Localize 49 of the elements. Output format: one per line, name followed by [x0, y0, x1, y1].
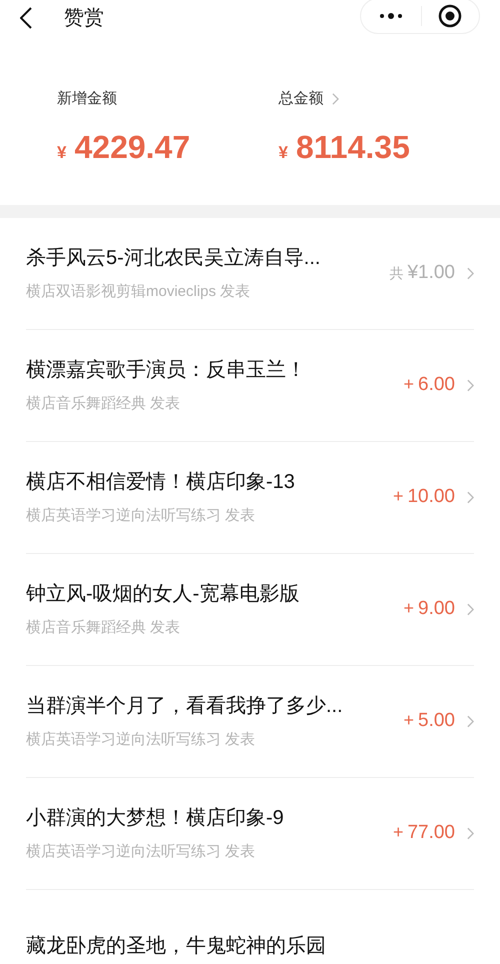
article-title: 横店不相信爱情！横店印象-13	[26, 470, 296, 496]
article-title: 当群演半个月了，看看我挣了多少...	[26, 694, 344, 720]
stat-label: 新增金额	[57, 89, 117, 109]
stat-amount: 4229.47	[74, 128, 190, 166]
reward-row[interactable]: 钟立风-吸烟的女人-宽幕电影版 横店音乐舞蹈经典 发表 + 9.00	[26, 554, 474, 666]
reward-row[interactable]: 横店不相信爱情！横店印象-13 横店英语学习逆向法听写练习 发表 + 10.00	[26, 442, 474, 554]
article-author: 横店英语学习逆向法听写练习 发表	[26, 730, 256, 750]
article-title: 横漂嘉宾歌手演员：反串玉兰！	[26, 358, 307, 384]
reward-amount: 10.00	[407, 485, 455, 510]
back-icon	[20, 7, 32, 29]
article-title: 钟立风-吸烟的女人-宽幕电影版	[26, 582, 300, 608]
reward-amount: 77.00	[407, 821, 455, 846]
article-title: 杀手风云5-河北农民吴立涛自导...	[26, 246, 322, 272]
target-icon	[438, 4, 462, 28]
amount-prefix: +	[392, 821, 404, 844]
chevron-right-icon	[332, 93, 338, 106]
reward-amount: 5.00	[418, 709, 455, 734]
amount-prefix: +	[392, 485, 404, 508]
currency-symbol: ¥	[57, 142, 66, 164]
amount-prefix: +	[404, 597, 414, 620]
reward-row[interactable]: 横漂嘉宾歌手演员：反串玉兰！ 横店音乐舞蹈经典 发表 + 6.00	[26, 330, 474, 442]
page-title: 赞赏	[64, 6, 104, 31]
article-title: 藏龙卧虎的圣地，牛鬼蛇神的乐园	[26, 934, 327, 958]
article-title: 小群演的大梦想！横店印象-9	[26, 806, 285, 832]
stat-label: 总金额	[278, 89, 324, 109]
article-author: 横店音乐舞蹈经典 发表	[26, 618, 182, 638]
more-icon	[378, 12, 404, 20]
article-author: 横店音乐舞蹈经典 发表	[26, 394, 182, 414]
reward-amount: 6.00	[418, 373, 455, 398]
chevron-right-icon	[467, 715, 474, 728]
article-author: 横店英语学习逆向法听写练习 发表	[26, 842, 256, 862]
chevron-right-icon	[467, 267, 474, 280]
currency-symbol: ¥	[278, 142, 288, 164]
reward-row[interactable]: 杀手风云5-河北农民吴立涛自导... 横店双语影视剪辑movieclips 发表 共 ¥1.00	[26, 218, 474, 330]
amount-prefix: 共	[389, 264, 404, 284]
chevron-right-icon	[467, 603, 474, 616]
reward-row[interactable]: 小群演的大梦想！横店印象-9 横店英语学习逆向法听写练习 发表 + 77.00	[26, 778, 474, 890]
chevron-right-icon	[467, 827, 474, 840]
amount-prefix: +	[404, 373, 414, 396]
article-author: 横店英语学习逆向法听写练习 发表	[26, 506, 256, 526]
chevron-right-icon	[467, 379, 474, 392]
stat-amount: 8114.35	[296, 128, 410, 166]
reward-amount: 9.00	[418, 597, 455, 622]
amount-prefix: +	[404, 709, 414, 732]
chevron-right-icon	[467, 491, 474, 504]
article-author: 横店双语影视剪辑movieclips 发表	[26, 282, 252, 302]
reward-amount: ¥1.00	[407, 261, 455, 286]
reward-row[interactable]: 当群演半个月了，看看我挣了多少... 横店英语学习逆向法听写练习 发表 + 5.00	[26, 666, 474, 778]
reward-row[interactable]: 藏龙卧虎的圣地，牛鬼蛇神的乐园	[26, 890, 474, 964]
